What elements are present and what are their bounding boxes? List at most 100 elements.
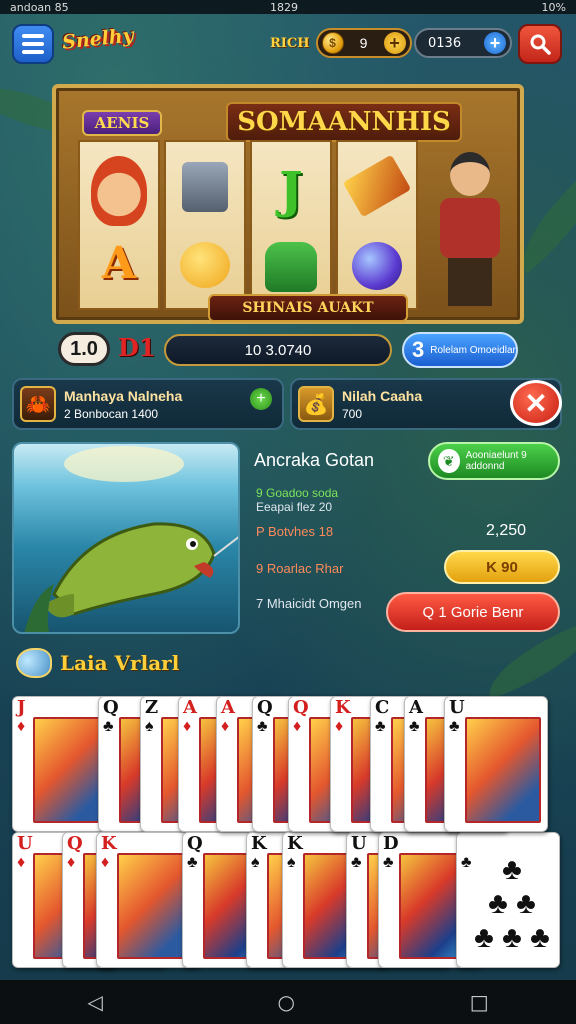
card-rank: Q bbox=[187, 833, 203, 854]
card-suit-icon: ♠ bbox=[251, 854, 260, 871]
card-suit-icon: ♣ bbox=[103, 718, 114, 735]
smiley-symbol bbox=[180, 242, 230, 288]
card-suit-icon: ♦ bbox=[67, 854, 76, 871]
card-suit-icon: ♣ bbox=[351, 854, 362, 871]
card-rank: K bbox=[251, 833, 267, 854]
section-header: Laia Vrlarl bbox=[16, 648, 179, 678]
search-button[interactable] bbox=[518, 24, 562, 64]
coin-counter: RICH $ 9 + bbox=[270, 28, 412, 58]
card-suit-icon: ♦ bbox=[17, 854, 26, 871]
hamburger-icon-line bbox=[22, 50, 44, 54]
treasure-chest-symbol bbox=[265, 242, 317, 292]
catch-stat: 9 Roarlac Rhar bbox=[256, 561, 344, 576]
add-gems-button[interactable]: + bbox=[484, 32, 506, 54]
score-bar: 10 3.0740 bbox=[164, 334, 392, 366]
bet-indicator: D1 bbox=[118, 333, 156, 362]
fisherman-body bbox=[440, 198, 500, 258]
catch-stat: 9 Goadoo soda bbox=[256, 486, 339, 500]
reel-4 bbox=[336, 140, 418, 310]
fisherman-character bbox=[426, 142, 516, 312]
card-suit-icon: ♦ bbox=[335, 718, 344, 735]
fisherman-head bbox=[450, 152, 490, 196]
card-suit-icon: ♣ bbox=[449, 718, 460, 735]
card-rank: A bbox=[183, 697, 197, 718]
status-battery: 10% bbox=[541, 0, 566, 14]
player-card-1[interactable]: 🦀 Manhaya Nalneha 2 Bonbocan 1400 + bbox=[12, 378, 284, 430]
leaf-icon: ❦ bbox=[438, 449, 460, 473]
back-icon[interactable]: ◁ bbox=[87, 990, 102, 1014]
search-icon bbox=[530, 34, 551, 55]
card-rank: U bbox=[17, 833, 33, 854]
fisherman-legs bbox=[448, 258, 492, 306]
promo-button[interactable]: 3 Rolelam Omoeidlar bbox=[402, 332, 518, 368]
card-suit-icon: ♣ bbox=[257, 718, 268, 735]
home-icon[interactable]: ○ bbox=[278, 990, 295, 1014]
fish-catch-image bbox=[12, 442, 240, 634]
card-suit-icon: ♦ bbox=[293, 718, 302, 735]
slot-reels: A J bbox=[78, 140, 418, 310]
clubs-pattern: ♣ ♣ ♣ ♣ ♣ ♣ bbox=[474, 853, 550, 954]
slot-machine[interactable]: AENIS SOMAANNHIS A J SHINAIS AUAKT bbox=[52, 84, 524, 324]
card-suit-icon: ♣ bbox=[461, 854, 472, 871]
level-badge: 1.0 bbox=[58, 332, 110, 366]
gem-cluster-symbol bbox=[352, 242, 402, 290]
card-rank: Q bbox=[293, 697, 309, 718]
add-coins-button[interactable]: + bbox=[383, 32, 406, 54]
fish-icon bbox=[16, 648, 52, 678]
card-suit-icon: ♦ bbox=[101, 854, 110, 871]
reel-symbol-j: J bbox=[279, 160, 303, 219]
reel-1: A bbox=[78, 140, 160, 310]
top-bar: Snelhy RICH $ 9 + 0136 + bbox=[0, 20, 576, 68]
playing-card[interactable]: U ♣ bbox=[444, 696, 548, 832]
player-score: 2 Bonbocan 1400 bbox=[64, 406, 159, 421]
card-suit-icon: ♦ bbox=[17, 718, 26, 735]
card-rank: A bbox=[221, 697, 235, 718]
playing-card[interactable]: ♣ ♣ ♣ ♣ ♣ ♣ ♣ bbox=[456, 832, 560, 968]
player-name: Manhaya Nalneha bbox=[64, 387, 183, 404]
chef-character-symbol bbox=[91, 156, 147, 226]
card-rank: K bbox=[101, 833, 117, 854]
reel-2 bbox=[164, 140, 246, 310]
card-rank: C bbox=[375, 697, 390, 718]
coin-box: $ 9 + bbox=[315, 28, 412, 58]
card-rank: U bbox=[449, 697, 465, 718]
card-rank: D bbox=[383, 833, 399, 854]
status-bar: andoan 85 1829 10% bbox=[0, 0, 576, 14]
player-avatar: 💰 bbox=[298, 386, 334, 422]
coin-value: 9 bbox=[359, 35, 368, 51]
add-friend-icon[interactable]: + bbox=[250, 388, 272, 410]
catch-title: Ancraka Gotan bbox=[254, 450, 375, 470]
hamburger-icon-line bbox=[22, 42, 44, 46]
card-rank: Q bbox=[103, 697, 119, 718]
menu-button[interactable] bbox=[12, 24, 54, 64]
red-action-button[interactable]: Q 1 Gorie Benr bbox=[386, 592, 560, 632]
green-action-button[interactable]: ❦ Aooniaelunt 9 addonnd bbox=[428, 442, 560, 480]
hamburger-icon bbox=[22, 34, 44, 38]
card-rank: Q bbox=[67, 833, 83, 854]
card-suit-icon: ♣ bbox=[187, 854, 198, 871]
system-nav-bar: ◁ ○ □ bbox=[0, 980, 576, 1024]
section-title: Laia Vrlarl bbox=[60, 651, 180, 675]
recent-apps-icon[interactable]: □ bbox=[470, 990, 489, 1014]
promo-text: Rolelam Omoeidlar bbox=[430, 344, 516, 356]
catch-stat: 7 Mhaicidt Omgen bbox=[256, 596, 362, 611]
catch-stat: P Botvhes 18 bbox=[256, 524, 334, 539]
catch-stat-value: 2,250 bbox=[486, 522, 527, 539]
bass-fish-illustration bbox=[24, 446, 238, 632]
close-button[interactable]: ✕ bbox=[510, 380, 562, 426]
player-name: Nilah Caaha bbox=[342, 387, 423, 404]
slot-caption: SHINAIS AUAKT bbox=[208, 294, 408, 322]
yellow-action-button[interactable]: K 90 bbox=[444, 550, 560, 584]
card-suit-icon: ♠ bbox=[145, 718, 154, 735]
card-suit-icon: ♦ bbox=[183, 718, 192, 735]
card-fish-art bbox=[465, 717, 541, 823]
card-rank: U bbox=[351, 833, 367, 854]
coin-label: RICH bbox=[270, 35, 310, 51]
card-suit-icon: ♠ bbox=[287, 854, 296, 871]
gem-value: 0136 bbox=[428, 35, 462, 51]
slot-badge: AENIS bbox=[82, 110, 162, 136]
status-time: 1829 bbox=[270, 0, 298, 14]
fishing-rod-symbol bbox=[342, 154, 412, 218]
card-rank: K bbox=[335, 697, 351, 718]
reel-symbol-a: A bbox=[101, 238, 137, 289]
